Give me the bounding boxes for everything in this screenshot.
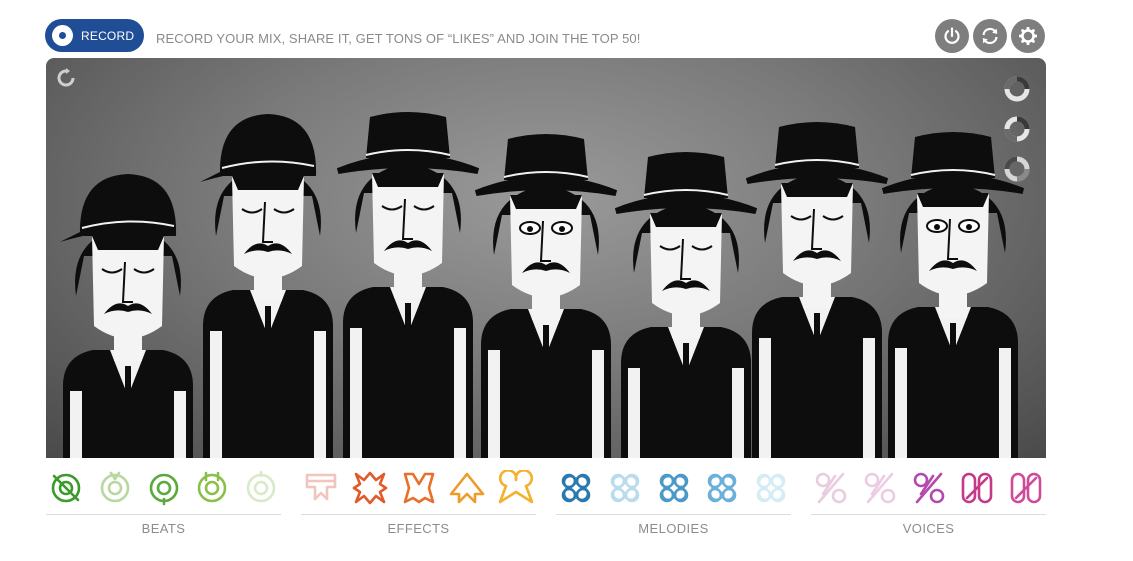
effect-5-icon[interactable] (498, 470, 534, 506)
record-disc-icon (52, 25, 73, 46)
group-voices: VOICES (811, 464, 1046, 544)
reload-icon[interactable] (56, 68, 76, 88)
beats-divider (46, 514, 281, 515)
effect-3-icon[interactable] (401, 470, 437, 506)
melodies-label: MELODIES (638, 521, 709, 536)
power-button[interactable] (935, 19, 969, 53)
melody-5-icon[interactable] (753, 470, 789, 506)
effects-icons (301, 470, 536, 510)
character-7[interactable] (881, 132, 1025, 458)
effect-2-icon[interactable] (352, 470, 388, 506)
effects-divider (301, 514, 536, 515)
record-button[interactable]: RECORD (45, 19, 144, 52)
power-icon (944, 27, 960, 44)
beat-5-icon[interactable] (243, 470, 279, 506)
character-1[interactable] (60, 174, 193, 458)
character-6[interactable] (745, 122, 889, 458)
effects-label: EFFECTS (387, 521, 450, 536)
voice-2-icon[interactable] (862, 470, 898, 506)
voices-icons (811, 470, 1046, 510)
solo-toggle-icon[interactable] (1003, 115, 1031, 143)
beats-icons (46, 470, 281, 510)
settings-button[interactable] (1011, 19, 1045, 53)
mute-toggle-icon[interactable] (1003, 75, 1031, 103)
settings-icon (1019, 27, 1037, 45)
beat-1-icon[interactable] (48, 470, 84, 506)
voice-3-icon[interactable] (911, 470, 947, 506)
beat-4-icon[interactable] (194, 470, 230, 506)
beat-3-icon[interactable] (146, 470, 182, 506)
refresh-button[interactable] (973, 19, 1007, 53)
group-beats: BEATS (46, 464, 281, 544)
character-4[interactable] (474, 134, 618, 458)
group-effects: EFFECTS (301, 464, 536, 544)
sound-icons-bar: BEATS EFFECTS MELODIES VOICES (46, 464, 1046, 544)
beat-2-icon[interactable] (97, 470, 133, 506)
voice-4-icon[interactable] (959, 470, 995, 506)
group-melodies: MELODIES (556, 464, 791, 544)
record-label: RECORD (81, 28, 135, 43)
beats-label: BEATS (141, 521, 186, 536)
character-5[interactable] (614, 152, 758, 458)
melody-1-icon[interactable] (558, 470, 594, 506)
voices-divider (811, 514, 1046, 515)
top-controls (935, 19, 1045, 53)
voice-5-icon[interactable] (1008, 470, 1044, 506)
melodies-divider (556, 514, 791, 515)
melodies-icons (556, 470, 791, 510)
effect-4-icon[interactable] (449, 470, 485, 506)
game-root: RECORD RECORD YOUR MIX, SHARE IT, GET TO… (0, 0, 1133, 561)
characters-stage (60, 112, 1025, 458)
stage (46, 58, 1046, 458)
bonus-toggle-icon[interactable] (1003, 155, 1031, 183)
melody-3-icon[interactable] (656, 470, 692, 506)
voice-1-icon[interactable] (813, 470, 849, 506)
voices-label: VOICES (902, 521, 955, 536)
effect-1-icon[interactable] (303, 470, 339, 506)
character-3[interactable] (336, 112, 480, 458)
record-tagline: RECORD YOUR MIX, SHARE IT, GET TONS OF “… (156, 31, 641, 46)
refresh-icon (982, 27, 998, 45)
melody-2-icon[interactable] (607, 470, 643, 506)
character-2[interactable] (200, 114, 333, 458)
melody-4-icon[interactable] (704, 470, 740, 506)
